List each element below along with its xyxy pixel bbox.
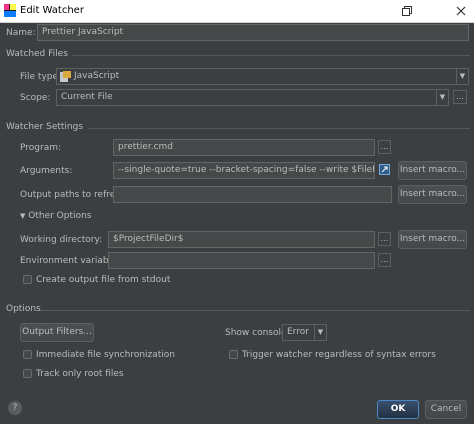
arguments-insert-macro-button[interactable]: Insert macro...	[398, 161, 467, 180]
triangle-down-icon: ▼	[20, 212, 26, 220]
working-dir-insert-macro-button[interactable]: Insert macro...	[398, 230, 467, 249]
ok-button[interactable]: OK	[377, 400, 419, 419]
options-section: Options	[6, 304, 41, 314]
scope-select[interactable]: Current File ▼	[56, 89, 449, 106]
file-type-value: JavaScript	[74, 71, 120, 81]
show-console-label: Show console:	[225, 328, 290, 338]
working-dir-label: Working directory:	[20, 235, 103, 245]
working-dir-input[interactable]: $ProjectFileDir$	[108, 231, 375, 248]
expand-icon[interactable]	[379, 164, 390, 175]
chevron-down-icon[interactable]: ▼	[436, 90, 448, 105]
output-paths-insert-macro-button[interactable]: Insert macro...	[398, 185, 467, 204]
program-browse-button[interactable]: ...	[378, 140, 391, 154]
chevron-down-icon[interactable]: ▼	[314, 325, 326, 340]
immediate-sync-label: Immediate file synchronization	[36, 350, 176, 360]
output-paths-input[interactable]	[113, 186, 392, 203]
help-icon[interactable]: ?	[8, 401, 22, 415]
program-input[interactable]: prettier.cmd	[113, 139, 375, 156]
track-root-checkbox[interactable]	[23, 369, 32, 378]
app-icon	[4, 4, 16, 17]
arguments-input[interactable]: --single-quote=true --bracket-spacing=fa…	[113, 162, 375, 179]
file-type-select[interactable]: JavaScript ▼	[56, 68, 469, 85]
immediate-sync-checkbox[interactable]	[23, 350, 32, 359]
trigger-watcher-label: Trigger watcher regardless of syntax err…	[242, 350, 436, 360]
file-type-label: File type:	[20, 72, 62, 82]
trigger-watcher-checkbox[interactable]	[229, 350, 238, 359]
scope-browse-button[interactable]: ...	[453, 90, 467, 104]
restore-window-icon[interactable]	[402, 6, 412, 16]
javascript-file-icon	[60, 71, 71, 82]
watcher-settings-section: Watcher Settings	[6, 122, 84, 132]
chevron-down-icon[interactable]: ▼	[456, 69, 468, 84]
watched-files-section: Watched Files	[6, 49, 68, 59]
other-options-toggle[interactable]: ▼ Other Options	[20, 211, 91, 221]
scope-value: Current File	[61, 92, 113, 102]
create-output-checkbox[interactable]	[23, 275, 32, 284]
working-dir-browse-button[interactable]: ...	[378, 232, 391, 246]
other-options-label: Other Options	[28, 211, 92, 221]
name-input[interactable]: Prettier JavaScript	[37, 24, 469, 41]
name-label: Name:	[6, 28, 36, 38]
window-title: Edit Watcher	[20, 5, 84, 16]
scope-label: Scope:	[20, 93, 51, 103]
watched-files-divider	[72, 55, 470, 56]
cancel-button[interactable]: Cancel	[425, 400, 467, 419]
output-filters-button[interactable]: Output Filters...	[20, 323, 94, 342]
show-console-value: Error	[287, 327, 309, 337]
env-vars-browse-button[interactable]: ...	[378, 253, 391, 267]
create-output-label: Create output file from stdout	[36, 275, 171, 285]
title-bar: Edit Watcher	[0, 0, 474, 23]
show-console-select[interactable]: Error ▼	[282, 324, 327, 341]
options-divider	[40, 310, 470, 311]
arguments-label: Arguments:	[20, 166, 73, 176]
env-vars-input[interactable]	[108, 252, 375, 269]
watcher-settings-divider	[88, 128, 470, 129]
program-label: Program:	[20, 143, 62, 153]
track-root-label: Track only root files	[36, 369, 124, 379]
close-icon[interactable]	[456, 6, 466, 16]
